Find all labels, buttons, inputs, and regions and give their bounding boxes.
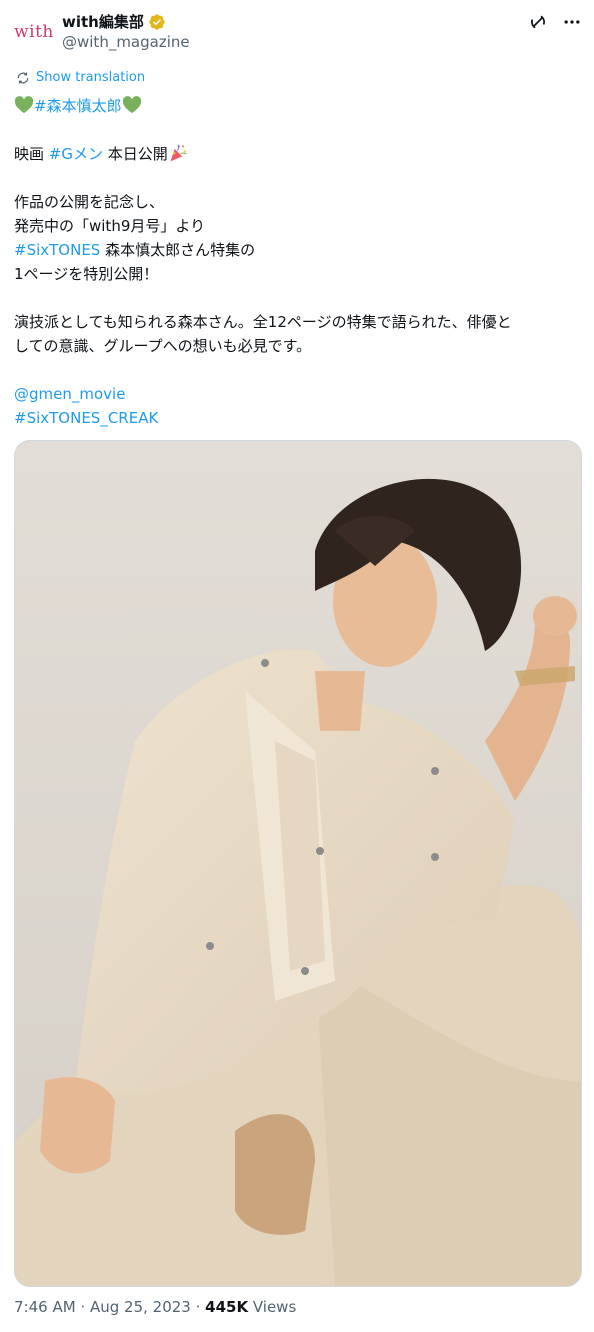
separator: · — [75, 1298, 90, 1316]
hashtag-link[interactable]: #Gメン — [49, 145, 103, 163]
tweet-line-7: 演技派としても知られる森本さん。全12ページの特集で語られた、俳優と — [14, 313, 512, 331]
tweet-line-8: しての意識、グループへの想いも必見です。 — [14, 337, 312, 355]
tweet-time[interactable]: 7:46 AM — [14, 1298, 76, 1316]
hashtag-link[interactable]: #SixTONES_CREAK — [14, 409, 158, 427]
show-translation-label[interactable]: Show translation — [36, 70, 145, 85]
tweet-line-hashtag: #SixTONES_CREAK — [14, 406, 582, 430]
hashtag-link[interactable]: #SixTONES — [14, 241, 100, 259]
tweet-meta: 7:46 AM · Aug 25, 2023 · 445K Views — [14, 1298, 296, 1316]
separator: · — [190, 1298, 206, 1316]
verified-badge-icon — [149, 14, 165, 30]
green-heart-icon — [122, 96, 141, 114]
header-actions — [528, 12, 582, 32]
tweet-photo[interactable] — [14, 440, 582, 1287]
party-popper-icon — [170, 144, 187, 162]
photo-illustration — [15, 441, 581, 1286]
text-segment: 森本慎太郎さん特集の — [100, 241, 256, 259]
views-label: Views — [248, 1298, 297, 1316]
grok-icon[interactable] — [528, 12, 548, 32]
mention-link[interactable]: @gmen_movie — [14, 385, 125, 403]
author-handle[interactable]: @with_magazine — [62, 32, 190, 52]
avatar-logo-text: with — [14, 22, 54, 42]
tweet-date[interactable]: Aug 25, 2023 — [90, 1298, 191, 1316]
green-heart-icon — [14, 96, 34, 114]
text-segment: 映画 — [14, 145, 49, 163]
author-display-name[interactable]: with編集部 — [62, 12, 144, 32]
more-options-icon[interactable] — [562, 12, 582, 32]
tweet-line-3: 作品の公開を記念し、 — [14, 193, 165, 211]
author-names: with編集部 @with_magazine — [62, 12, 190, 52]
tweet-line-1: #森本慎太郎 — [14, 94, 582, 118]
tweet-line-2: 映画 #Gメン 本日公開 — [14, 142, 582, 166]
hashtag-link[interactable]: #森本慎太郎 — [34, 97, 122, 115]
text-segment: 本日公開 — [102, 145, 168, 163]
tweet-line-mention: @gmen_movie — [14, 382, 582, 406]
tweet-line-5: #SixTONES 森本慎太郎さん特集の — [14, 238, 582, 262]
tweet-text: #森本慎太郎 映画 #Gメン 本日公開 作品の公開を記念し、 発売中の「with… — [14, 94, 582, 430]
avatar[interactable]: with — [14, 12, 54, 52]
tweet-line-4: 発売中の「with9月号」より — [14, 217, 206, 235]
show-translation-link[interactable]: Show translation — [16, 70, 145, 85]
views-count[interactable]: 445K — [205, 1298, 248, 1316]
author-display-name-row[interactable]: with編集部 — [62, 12, 190, 32]
translate-icon — [17, 71, 29, 84]
tweet-header: with with編集部 @with_magazine — [0, 0, 594, 62]
tweet-line-6: 1ページを特別公開！ — [14, 265, 159, 283]
